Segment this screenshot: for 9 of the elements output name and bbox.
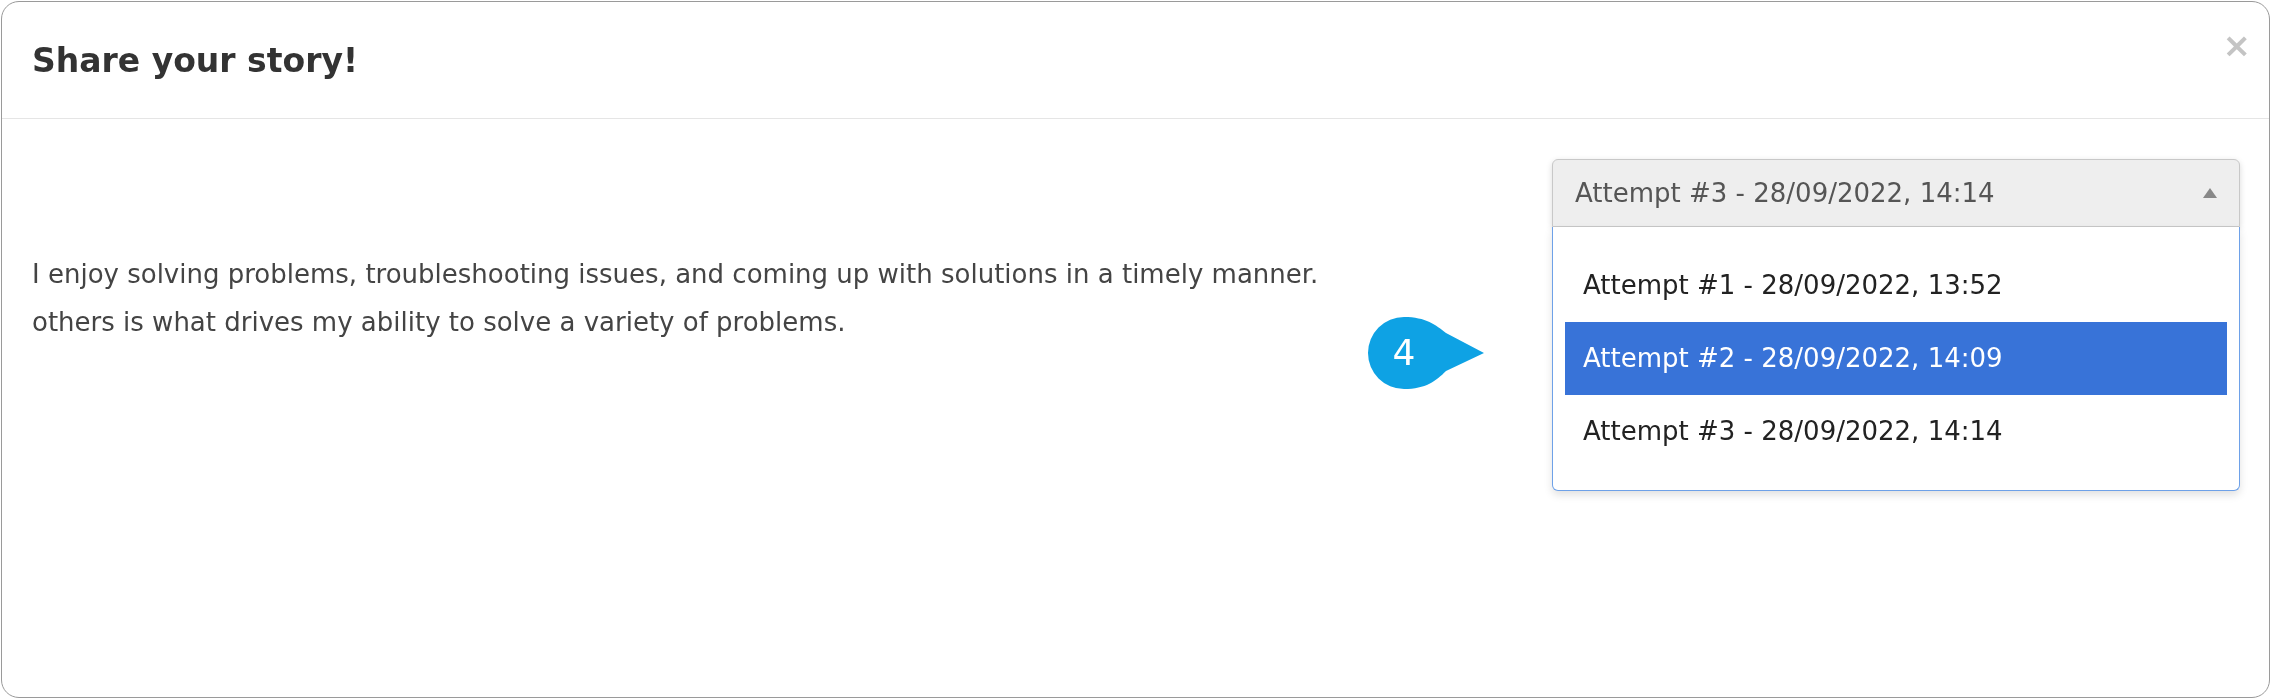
attempt-select[interactable]: Attempt #3 - 28/09/2022, 14:14 <box>1552 159 2240 227</box>
dropdown-option[interactable]: Attempt #2 - 28/09/2022, 14:09 <box>1565 322 2227 395</box>
story-text: others is what drives my ability to solve a variety of problems. <box>32 306 846 339</box>
dropdown-option[interactable]: Attempt #3 - 28/09/2022, 14:14 <box>1565 395 2227 468</box>
callout-marker: 4 <box>1366 315 1486 391</box>
story-text: I enjoy solving problems, troubleshooting issues, and coming up with solutions in a timely manner. <box>32 258 1319 291</box>
caret-icon <box>2203 188 2217 198</box>
dropdown-option[interactable]: Attempt #1 - 28/09/2022, 13:52 <box>1565 249 2227 322</box>
dialog-title: Share your story! <box>32 40 359 80</box>
